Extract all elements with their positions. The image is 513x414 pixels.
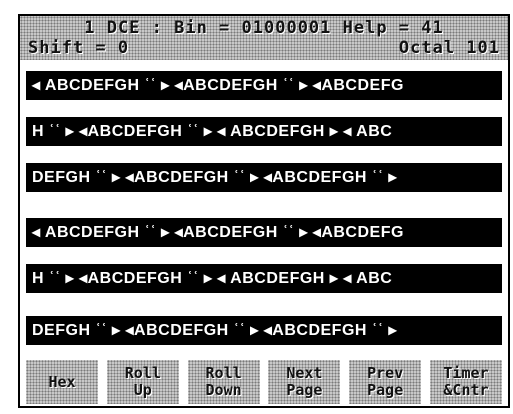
softkey-line1: Next	[286, 364, 323, 382]
data-row-text: H ʿʿ ▸ ◂ABCDEFGH ʿʿ ▸ ◂ ABCDEFGH ▸ ◂ ABC	[32, 123, 393, 140]
roll-down-softkey[interactable]: Roll Down	[187, 360, 260, 404]
data-row: DEFGH ʿʿ ▸ ◂ABCDEFGH ʿʿ ▸ ◂ABCDEFGH ʿʿ ▸	[26, 163, 502, 192]
data-row: ◂ ABCDEFGH ʿʿ ▸ ◂ABCDEFGH ʿʿ ▸ ◂ABCDEFG	[26, 218, 502, 247]
data-row-text: ◂ ABCDEFGH ʿʿ ▸ ◂ABCDEFGH ʿʿ ▸ ◂ABCDEFG	[32, 77, 404, 94]
softkey-line2: Hex	[48, 372, 76, 391]
data-row-text: ◂ ABCDEFGH ʿʿ ▸ ◂ABCDEFGH ʿʿ ▸ ◂ABCDEFG	[32, 224, 404, 241]
data-row-text: DEFGH ʿʿ ▸ ◂ABCDEFGH ʿʿ ▸ ◂ABCDEFGH ʿʿ ▸	[32, 322, 398, 339]
data-row: H ʿʿ ▸ ◂ABCDEFGH ʿʿ ▸ ◂ ABCDEFGH ▸ ◂ ABC	[26, 117, 502, 146]
softkey-line1: Roll	[205, 364, 242, 382]
data-row: H ʿʿ ▸ ◂ABCDEFGH ʿʿ ▸ ◂ ABCDEFGH ▸ ◂ ABC	[26, 264, 502, 293]
roll-up-softkey[interactable]: Roll Up	[106, 360, 179, 404]
timer-cntr-softkey[interactable]: Timer &Cntr	[429, 360, 502, 404]
data-row-text: DEFGH ʿʿ ▸ ◂ABCDEFGH ʿʿ ▸ ◂ABCDEFGH ʿʿ ▸	[32, 169, 398, 186]
softkey-line1: Roll	[124, 364, 161, 382]
status-bar: 1 DCE : Bin = 01000001 Help = 41 Shift =…	[20, 16, 508, 60]
softkey-line2: Page	[286, 381, 323, 399]
octal-value: Octal 101	[398, 38, 500, 58]
softkey-line2: &Cntr	[443, 381, 489, 399]
prev-page-softkey[interactable]: Prev Page	[349, 360, 422, 404]
next-page-softkey[interactable]: Next Page	[268, 360, 341, 404]
data-row-text: H ʿʿ ▸ ◂ABCDEFGH ʿʿ ▸ ◂ ABCDEFGH ▸ ◂ ABC	[32, 270, 393, 287]
data-row: DEFGH ʿʿ ▸ ◂ABCDEFGH ʿʿ ▸ ◂ABCDEFGH ʿʿ ▸	[26, 316, 502, 345]
softkey-line1: Prev	[367, 364, 404, 382]
terminal-screen: 1 DCE : Bin = 01000001 Help = 41 Shift =…	[18, 14, 510, 408]
softkey-bar: Hex Roll Up Roll Down Next Page Prev Pag…	[26, 360, 502, 404]
shift-value: Shift = 0	[28, 38, 130, 58]
softkey-line2: Up	[133, 381, 152, 399]
softkey-line1: Timer	[443, 364, 489, 382]
status-line-dce: 1 DCE : Bin = 01000001 Help = 41	[84, 18, 444, 38]
softkey-line2: Page	[367, 381, 404, 399]
data-row: ◂ ABCDEFGH ʿʿ ▸ ◂ABCDEFGH ʿʿ ▸ ◂ABCDEFG	[26, 71, 502, 100]
hex-softkey[interactable]: Hex	[26, 360, 98, 404]
softkey-line2: Down	[205, 381, 242, 399]
